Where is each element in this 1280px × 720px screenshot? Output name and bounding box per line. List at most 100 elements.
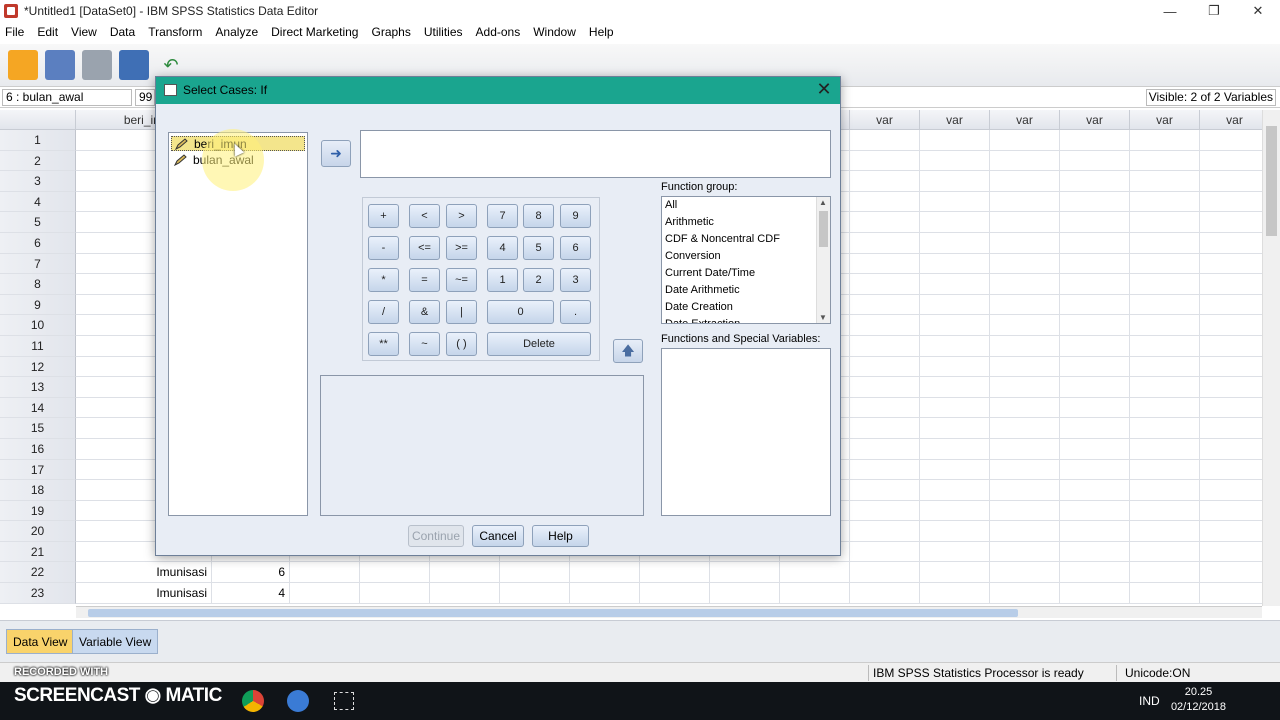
cell-empty[interactable] — [1200, 460, 1262, 481]
cell-empty[interactable] — [1130, 377, 1200, 398]
key-9[interactable]: 9 — [560, 204, 591, 228]
cell-empty[interactable] — [1060, 438, 1130, 460]
cell-empty[interactable] — [1060, 335, 1130, 357]
function-group-list[interactable]: All Arithmetic CDF & Noncentral CDF Conv… — [661, 196, 831, 324]
scroll-thumb[interactable] — [88, 609, 1018, 617]
cell-empty[interactable] — [1130, 171, 1200, 192]
cell-empty[interactable] — [570, 583, 640, 604]
cell-empty[interactable] — [1200, 315, 1262, 336]
cell-empty[interactable] — [990, 274, 1060, 295]
row-header[interactable]: 10 — [0, 315, 76, 336]
cell-empty[interactable] — [850, 397, 920, 419]
cell-empty[interactable] — [990, 130, 1060, 151]
open-icon[interactable] — [8, 50, 38, 80]
cell-empty[interactable] — [1130, 562, 1200, 584]
key-not[interactable]: ~ — [409, 332, 440, 356]
cell-empty[interactable] — [920, 377, 990, 398]
cell-empty[interactable] — [920, 335, 990, 357]
row-header[interactable]: 4 — [0, 191, 76, 213]
row-header[interactable]: 12 — [0, 356, 76, 378]
cell-empty[interactable] — [920, 562, 990, 584]
key-not-equal[interactable]: ~= — [446, 268, 477, 292]
cell-empty[interactable] — [1130, 335, 1200, 357]
key-1[interactable]: 1 — [487, 268, 518, 292]
row-header[interactable]: 8 — [0, 274, 76, 295]
key-equals[interactable]: = — [409, 268, 440, 292]
scroll-thumb[interactable] — [1266, 126, 1277, 236]
help-button[interactable]: Help — [532, 525, 589, 547]
cancel-button[interactable]: Cancel — [472, 525, 524, 547]
cell-bulan-awal[interactable]: 4 — [212, 583, 290, 604]
move-function-up-button[interactable]: 🡅 — [613, 339, 643, 363]
cell-empty[interactable] — [1200, 295, 1262, 316]
cell-empty[interactable] — [1130, 356, 1200, 378]
cell-empty[interactable] — [920, 356, 990, 378]
menu-transform[interactable]: Transform — [143, 25, 210, 39]
cell-empty[interactable] — [1200, 398, 1262, 419]
cell-empty[interactable] — [850, 232, 920, 254]
cell-empty[interactable] — [1060, 562, 1130, 584]
key-minus[interactable]: - — [368, 236, 399, 260]
cell-empty[interactable] — [920, 521, 990, 542]
cell-empty[interactable] — [1060, 541, 1130, 563]
key-less-than[interactable]: < — [409, 204, 440, 228]
cell-empty[interactable] — [850, 315, 920, 336]
key-less-equal[interactable]: <= — [409, 236, 440, 260]
cell-empty[interactable] — [1060, 191, 1130, 213]
cell-empty[interactable] — [1060, 397, 1130, 419]
key-greater-than[interactable]: > — [446, 204, 477, 228]
cell-empty[interactable] — [1130, 150, 1200, 172]
cell-empty[interactable] — [1200, 357, 1262, 378]
cell-empty[interactable] — [1130, 315, 1200, 336]
cell-empty[interactable] — [430, 562, 500, 584]
row-header[interactable]: 16 — [0, 438, 76, 460]
dialog-close-button[interactable]: ✕ — [814, 79, 834, 100]
cell-empty[interactable] — [1130, 521, 1200, 542]
cell-empty[interactable] — [850, 562, 920, 584]
cell-empty[interactable] — [990, 191, 1060, 213]
cell-beri-imun[interactable]: Imunisasi — [76, 583, 212, 604]
menu-view[interactable]: View — [66, 25, 105, 39]
cell-empty[interactable] — [1130, 212, 1200, 233]
cell-empty[interactable] — [640, 562, 710, 584]
row-header[interactable]: 15 — [0, 418, 76, 439]
cell-empty[interactable] — [1060, 521, 1130, 542]
cell-empty[interactable] — [990, 150, 1060, 172]
cell-empty[interactable] — [850, 294, 920, 316]
save-icon[interactable] — [45, 50, 75, 80]
cell-empty[interactable] — [920, 191, 990, 213]
cell-empty[interactable] — [990, 335, 1060, 357]
column-header-var[interactable]: var — [990, 110, 1060, 130]
cell-empty[interactable] — [1130, 438, 1200, 460]
dialog-recall-icon[interactable] — [119, 50, 149, 80]
screen-capture-icon[interactable] — [334, 692, 354, 710]
cell-empty[interactable] — [1200, 171, 1262, 192]
cell-empty[interactable] — [920, 397, 990, 419]
row-header[interactable]: 19 — [0, 500, 76, 522]
cell-value-field[interactable]: 99 — [135, 89, 155, 106]
cell-empty[interactable] — [920, 212, 990, 233]
expression-input[interactable] — [360, 130, 831, 178]
row-header[interactable]: 17 — [0, 459, 76, 481]
function-group-item[interactable]: All — [662, 197, 830, 214]
cell-empty[interactable] — [1200, 130, 1262, 151]
cell-empty[interactable] — [850, 583, 920, 604]
menu-help[interactable]: Help — [584, 25, 622, 39]
row-header[interactable]: 7 — [0, 253, 76, 275]
cell-empty[interactable] — [500, 583, 570, 604]
tab-data-view[interactable]: Data View — [6, 629, 75, 654]
key-greater-equal[interactable]: >= — [446, 236, 477, 260]
menu-utilities[interactable]: Utilities — [419, 25, 471, 39]
column-header-var[interactable]: var — [920, 110, 990, 130]
cell-empty[interactable] — [1130, 397, 1200, 419]
cell-empty[interactable] — [920, 583, 990, 604]
row-header[interactable]: 18 — [0, 480, 76, 501]
system-clock[interactable]: 20.25 02/12/2018 — [1171, 685, 1226, 715]
cell-empty[interactable] — [850, 274, 920, 295]
row-header[interactable]: 13 — [0, 377, 76, 398]
cell-empty[interactable] — [1200, 562, 1262, 584]
cell-empty[interactable] — [920, 253, 990, 275]
cell-empty[interactable] — [1060, 377, 1130, 398]
row-header[interactable]: 6 — [0, 232, 76, 254]
variable-list[interactable]: beri_imun bulan_awal — [168, 132, 308, 516]
